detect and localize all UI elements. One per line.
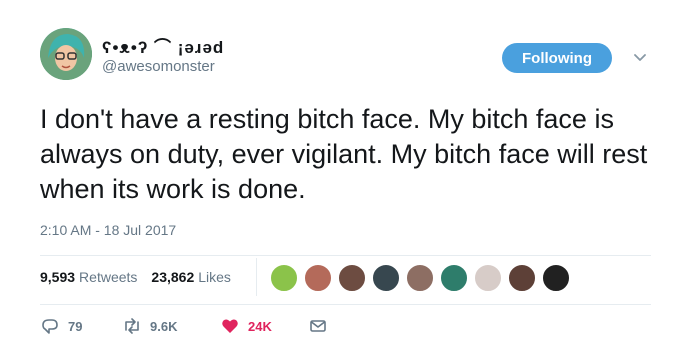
retweets-count: 9,593 — [40, 269, 76, 285]
liker-avatar[interactable] — [474, 264, 502, 292]
avatar-image — [40, 28, 92, 80]
liker-avatar[interactable] — [338, 264, 366, 292]
heart-icon — [222, 319, 238, 333]
display-name[interactable]: ʕ•ᴥ•ʔ ⌒ ¡ǝɹǝd — [102, 33, 224, 58]
divider — [40, 255, 651, 256]
message-icon — [310, 320, 326, 332]
reply-count: 79 — [68, 318, 83, 334]
tweet-text: I don't have a resting bitch face. My bi… — [40, 104, 648, 204]
reply-button[interactable]: 79 — [40, 316, 122, 336]
like-count: 24K — [248, 318, 272, 334]
direct-message-button[interactable] — [308, 316, 336, 336]
liker-avatar[interactable] — [372, 264, 400, 292]
tweet-stats: 9,593 Retweets 23,862 Likes — [40, 269, 245, 285]
tweet-timestamp[interactable]: 2:10 AM - 18 Jul 2017 — [40, 222, 176, 238]
liker-avatar[interactable] — [508, 264, 536, 292]
liker-avatar[interactable] — [270, 264, 298, 292]
stats-separator — [256, 258, 257, 296]
retweets-label: Retweets — [79, 269, 138, 285]
like-button[interactable]: 24K — [220, 316, 308, 336]
retweets-stat[interactable]: 9,593 Retweets — [40, 269, 137, 285]
liker-avatar[interactable] — [542, 264, 570, 292]
likes-label: Likes — [198, 269, 231, 285]
liker-avatar[interactable] — [406, 264, 434, 292]
reply-icon — [42, 319, 58, 334]
chevron-down-icon[interactable] — [631, 49, 649, 67]
following-button[interactable]: Following — [502, 43, 612, 73]
liker-avatar[interactable] — [304, 264, 332, 292]
retweet-count: 9.6K — [150, 318, 178, 334]
liker-avatar[interactable] — [440, 264, 468, 292]
avatar[interactable] — [40, 28, 92, 80]
likes-stat[interactable]: 23,862 Likes — [151, 269, 231, 285]
retweet-icon — [125, 318, 139, 334]
divider — [40, 304, 651, 305]
likes-count: 23,862 — [151, 269, 195, 285]
tweet-actions: 79 9.6K 24K — [40, 316, 336, 336]
retweet-button[interactable]: 9.6K — [122, 316, 220, 336]
liker-avatars — [270, 264, 576, 292]
user-handle[interactable]: @awesomonster — [102, 58, 215, 75]
